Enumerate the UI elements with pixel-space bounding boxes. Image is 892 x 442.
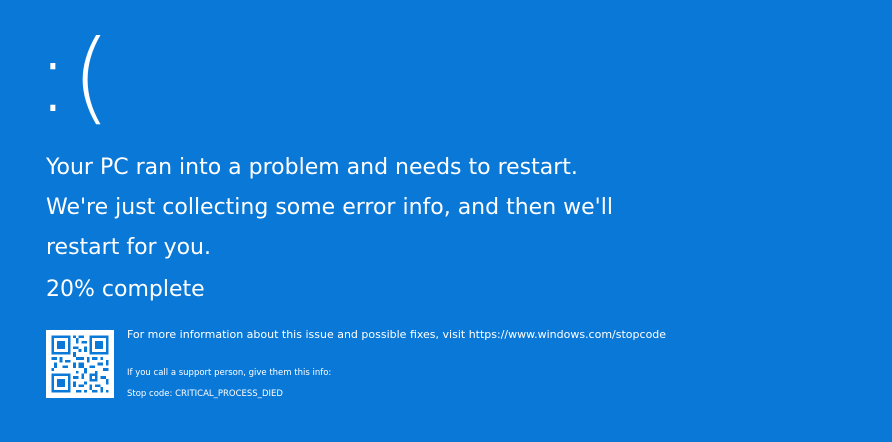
more-info-text: For more information about this issue an… [127,328,667,341]
qr-code-icon [46,330,114,398]
error-message: Your PC ran into a problem and needs to … [46,155,613,260]
progress-text: 20% complete [46,277,205,302]
support-info-text: If you call a support person, give them … [127,368,332,378]
blue-screen-of-death: :( Your PC ran into a problem and needs … [0,0,892,442]
stop-code-text: Stop code: CRITICAL_PROCESS_DIED [127,389,283,399]
sad-face: :( [36,18,113,135]
